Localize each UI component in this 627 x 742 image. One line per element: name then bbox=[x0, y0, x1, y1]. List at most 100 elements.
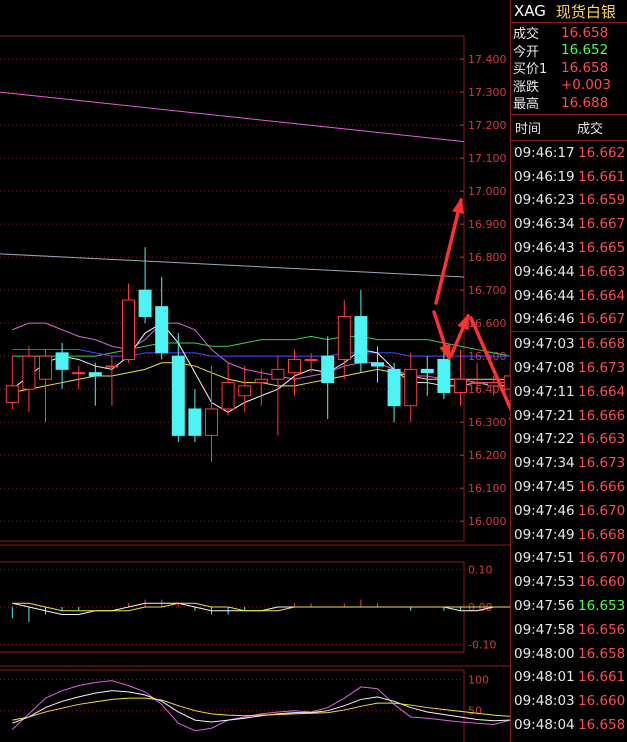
macd-tick-label: 0.10 bbox=[468, 564, 493, 577]
tick-time: 09:47:56 bbox=[514, 598, 575, 615]
kdj-line bbox=[11, 680, 510, 732]
price-tick-label: 17.000 bbox=[468, 185, 507, 198]
tick-row[interactable]: 09:46:46 16.667 bbox=[511, 308, 627, 332]
candle-body-up bbox=[288, 358, 301, 374]
tick-row[interactable]: 09:48:03 16.660 bbox=[511, 689, 627, 713]
quote-row: 最高 16.688 bbox=[511, 94, 627, 113]
tick-row[interactable]: 09:47:08 16.673 bbox=[511, 356, 627, 380]
macd-line bbox=[12, 602, 510, 615]
candle-body-down bbox=[188, 408, 202, 436]
quote-row: 涨跌 +0.003 bbox=[511, 77, 627, 95]
tick-price: 16.667 bbox=[578, 216, 626, 233]
tick-price: 16.661 bbox=[578, 168, 626, 185]
tick-price: 16.665 bbox=[578, 240, 626, 257]
tick-price: 16.663 bbox=[578, 263, 626, 280]
annotation-arrow-head bbox=[457, 313, 470, 331]
candle-body-down bbox=[155, 306, 169, 354]
candle-body-up bbox=[470, 382, 484, 385]
price-tick-label: 17.100 bbox=[468, 152, 507, 165]
kdj-line bbox=[12, 697, 510, 721]
tick-price: 16.670 bbox=[578, 550, 626, 567]
annotation-arrow-up bbox=[434, 198, 463, 305]
tick-time: 09:46:17 bbox=[514, 144, 575, 161]
quote-value: +0.003 bbox=[561, 77, 611, 94]
price-tick-label: 16.800 bbox=[468, 251, 507, 264]
candle-body-up bbox=[39, 355, 52, 380]
tick-row[interactable]: 09:47:21 16.666 bbox=[511, 404, 627, 428]
tick-row[interactable]: 09:47:34 16.673 bbox=[511, 451, 627, 475]
tick-price: 16.653 bbox=[578, 598, 626, 615]
tick-row[interactable]: 09:48:04 16.658 bbox=[511, 713, 627, 737]
tick-time: 09:47:08 bbox=[514, 360, 575, 377]
tick-row[interactable]: 09:46:34 16.667 bbox=[511, 212, 627, 236]
candle-body-down bbox=[387, 368, 401, 407]
tick-list-previous[interactable]: 09:46:17 16.662 09:46:19 16.661 09:46:23 16.6… bbox=[511, 141, 627, 333]
tick-row[interactable]: 09:47:46 16.670 bbox=[511, 499, 627, 523]
annotation-arrow-head bbox=[439, 343, 451, 361]
tick-row[interactable]: 09:46:17 16.662 bbox=[511, 141, 627, 165]
tick-row[interactable]: 09:47:11 16.664 bbox=[511, 380, 627, 404]
tick-price: 16.662 bbox=[578, 144, 626, 161]
tick-row[interactable]: 09:47:03 16.668 bbox=[511, 332, 627, 356]
tick-row[interactable]: 09:47:56 16.653 bbox=[511, 594, 627, 618]
candlestick-chart-area[interactable]: 17.400 17.300 17.200 17.100 17.000 16.900 16.8… bbox=[0, 0, 510, 742]
kdj-line bbox=[12, 690, 510, 724]
tick-row[interactable]: 09:47:58 16.656 bbox=[511, 618, 627, 642]
tick-price: 16.668 bbox=[578, 526, 626, 543]
quote-label: 成交 bbox=[513, 27, 540, 43]
tick-time: 09:46:34 bbox=[514, 216, 575, 233]
quote-row: 今开 16.652 bbox=[511, 42, 627, 60]
annotation-arrow-head bbox=[452, 197, 464, 215]
tick-row[interactable]: 09:47:45 16.666 bbox=[511, 475, 627, 499]
tick-time: 09:46:23 bbox=[514, 192, 575, 209]
quote-value: 16.652 bbox=[561, 42, 609, 59]
tick-row[interactable]: 09:47:49 16.668 bbox=[511, 523, 627, 547]
tick-list-header: 时间 成交 bbox=[511, 115, 627, 141]
tick-time: 09:47:11 bbox=[514, 383, 575, 400]
kdj-tick-label: 50 bbox=[468, 705, 482, 718]
tick-header-price: 成交 bbox=[577, 122, 604, 137]
tick-row[interactable]: 09:48:01 16.661 bbox=[511, 666, 627, 690]
candle-body-up bbox=[254, 378, 268, 384]
moving-average-line bbox=[12, 335, 510, 357]
tick-row[interactable]: 09:47:53 16.660 bbox=[511, 570, 627, 594]
price-tick-label: 16.200 bbox=[468, 449, 507, 462]
price-tick-label: 16.000 bbox=[468, 515, 507, 528]
main-plot-frame bbox=[0, 35, 465, 542]
tick-row[interactable]: 09:47:51 16.670 bbox=[511, 547, 627, 571]
macd-line bbox=[12, 602, 510, 612]
tick-row[interactable]: 09:46:44 16.664 bbox=[511, 284, 627, 308]
tick-row[interactable]: 09:46:43 16.665 bbox=[511, 236, 627, 260]
candle-body-down bbox=[55, 352, 69, 370]
candle-body-down bbox=[371, 362, 384, 367]
tick-time: 09:47:51 bbox=[514, 550, 575, 567]
quote-panel: XAG 现货白银 成交 16.658 今开 16.652 买价1 16.658 涨跌 +0.0… bbox=[510, 0, 627, 742]
candle-body-up bbox=[205, 408, 218, 436]
tick-price: 16.666 bbox=[578, 479, 626, 496]
tick-list-current[interactable]: 09:47:03 16.668 09:47:08 16.673 09:47:11 16.6… bbox=[511, 332, 627, 737]
candle-body-down bbox=[171, 355, 185, 436]
tick-row[interactable]: 09:47:22 16.663 bbox=[511, 428, 627, 452]
tick-price: 16.664 bbox=[578, 287, 626, 304]
tick-price: 16.659 bbox=[578, 192, 626, 209]
tick-row[interactable]: 09:46:23 16.659 bbox=[511, 189, 627, 213]
tick-time: 09:46:19 bbox=[514, 168, 575, 185]
chart-canvas[interactable]: 17.400 17.300 17.200 17.100 17.000 16.900 16.8… bbox=[0, 0, 510, 742]
price-tick-label: 17.400 bbox=[468, 53, 507, 66]
candle-body-up bbox=[404, 368, 418, 407]
price-tick-label: 16.700 bbox=[468, 284, 507, 297]
tick-time: 09:47:34 bbox=[514, 455, 575, 472]
tick-row[interactable]: 09:46:44 16.663 bbox=[511, 260, 627, 284]
tick-time: 09:47:22 bbox=[514, 431, 575, 448]
tick-row[interactable]: 09:48:00 16.658 bbox=[511, 642, 627, 666]
tick-price: 16.664 bbox=[578, 383, 626, 400]
tick-price: 16.658 bbox=[578, 645, 626, 662]
tick-time: 09:46:46 bbox=[514, 311, 575, 328]
macd-tick-label: -0.10 bbox=[468, 639, 496, 652]
tick-price: 16.658 bbox=[578, 717, 626, 734]
tick-row[interactable]: 09:46:19 16.661 bbox=[511, 165, 627, 189]
tick-time: 09:47:21 bbox=[514, 407, 575, 424]
tick-time: 09:47:03 bbox=[514, 336, 575, 353]
candle-body-up bbox=[271, 368, 285, 380]
candle-body-up bbox=[304, 358, 318, 361]
